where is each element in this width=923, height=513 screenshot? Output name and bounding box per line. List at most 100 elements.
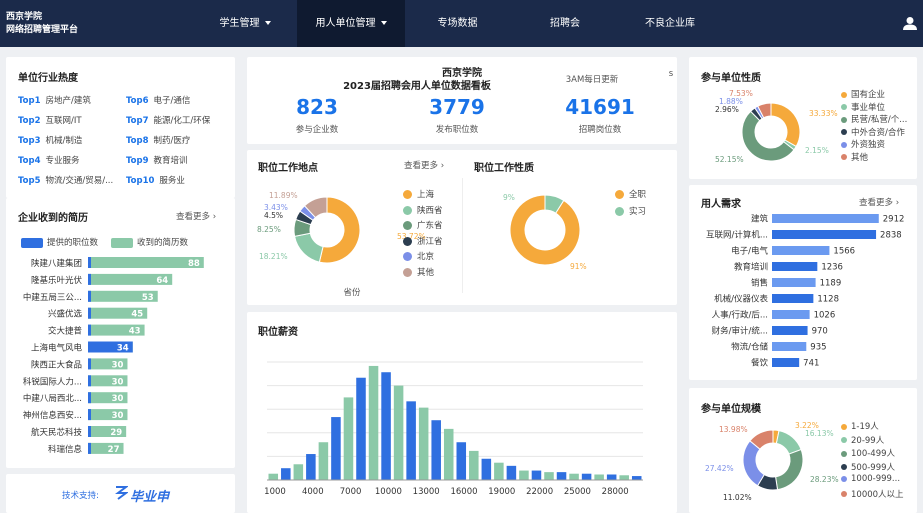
view-more-link[interactable]: 查看更多 ›: [176, 210, 216, 222]
industry-name: 电子/通信: [153, 96, 191, 106]
legend-dot: [615, 190, 624, 199]
legend-label: 上海: [417, 190, 435, 200]
category-label: 人事/行政/后...: [712, 310, 768, 321]
legend-item: 上海: [403, 188, 434, 200]
view-more-link[interactable]: 查看更多 ›: [859, 196, 899, 208]
salary-bar: [431, 420, 441, 480]
category-label: 电子/电气: [731, 246, 768, 257]
data-label: 1236: [821, 263, 843, 273]
stat-label: 参与企业数: [295, 125, 339, 135]
salary-bar: [481, 458, 492, 480]
category-label: 财务/审计/统...: [712, 326, 768, 337]
category-label: 交大捷普: [48, 326, 83, 337]
legend-label: 其他: [417, 267, 435, 278]
legend-item: 20-99人: [841, 434, 884, 446]
salary-bar: [268, 473, 279, 480]
legend-item: 10000人以上: [841, 488, 904, 500]
scale-slice: [775, 448, 804, 491]
legend-item: 1000-999...: [841, 474, 900, 484]
salary-bar: [631, 476, 642, 480]
salary-bar: [406, 401, 416, 480]
legend-label: 国有企业: [851, 90, 886, 100]
x-tick-label: 1000: [264, 487, 286, 497]
stat-value: 823: [296, 95, 338, 119]
card-title: 企业收到的简历: [18, 213, 88, 224]
industry-rank: Top9: [126, 156, 149, 166]
axis-caption: 省份: [343, 288, 361, 298]
category-label: 陕建八建集团: [31, 258, 82, 269]
salary-histogram: 1000 4000 7000 10000 13000 16000 19000 22000 250…: [264, 361, 643, 497]
industry-name: 服务业: [159, 176, 185, 186]
data-label: 970: [812, 327, 828, 337]
legend-item: 事业单位: [841, 101, 885, 113]
card-title: 用人需求: [701, 199, 741, 210]
industry-name: 物流/交通/贸易/...: [45, 176, 114, 186]
category-label: 教育培训: [734, 262, 768, 273]
industry-name: 房地产/建筑: [45, 96, 91, 106]
position-bar: [88, 392, 91, 404]
industry-rank: Top1: [18, 96, 41, 106]
salary-bar: [544, 472, 554, 480]
legend-label: 1-19人: [851, 422, 879, 432]
industry-name: 制药/医疗: [153, 136, 191, 146]
legend-dot: [841, 116, 847, 123]
percent-label: 3.43%: [264, 203, 288, 212]
legend-swatch: [111, 237, 133, 248]
demand-bar: [772, 294, 814, 303]
stats-title: 2023届招聘会用人单位数据看板: [343, 81, 491, 92]
legend-label: 事业单位: [851, 102, 886, 113]
demand-bar: [772, 230, 877, 239]
percent-label: 2.15%: [805, 146, 829, 155]
industry-item: Top8 制药/医疗: [126, 134, 190, 146]
brand: 西京学院 网络招聘管理平台: [6, 11, 78, 37]
nav-special-data[interactable]: 专场数据: [420, 0, 495, 47]
salary-bar: [519, 470, 529, 480]
percent-label: 16.13%: [805, 429, 834, 438]
logo-text: 毕业申: [130, 490, 170, 505]
x-tick-label: 28000: [602, 487, 629, 497]
legend-item: 民营/私营/个...: [841, 113, 907, 125]
unit-nature-card: 参与单位性质 33.33% 2.15% 52.15% 2.96% 1.88% 7.53% …: [689, 57, 917, 179]
platform-name: 网络招聘管理平台: [6, 25, 79, 35]
salary-bar: [381, 372, 391, 480]
industry-rank: Top10: [126, 176, 155, 186]
percent-label: 52.15%: [715, 155, 744, 164]
user-icon[interactable]: [903, 16, 917, 30]
legend-resumes: 收到的简历数: [111, 236, 188, 248]
legend-label: 民营/私营/个...: [851, 115, 908, 125]
data-label: 43: [129, 327, 141, 337]
salary-bar: [368, 365, 379, 480]
industry-rank: Top2: [18, 116, 41, 126]
nav-employer-management[interactable]: 用人单位管理: [297, 0, 405, 47]
percent-label: 11.89%: [269, 191, 298, 200]
legend-label: 其他: [851, 152, 869, 163]
percent-label: 7.53%: [729, 89, 753, 98]
data-label: 1026: [814, 311, 836, 321]
legend-dot: [841, 104, 847, 110]
legend-label: 收到的简历数: [137, 238, 189, 248]
nav-label: 用人单位管理: [315, 18, 376, 29]
data-label: 45: [131, 310, 143, 320]
salary-bar: [293, 464, 304, 480]
legend-dot: [403, 190, 412, 199]
legend-item: 其他: [841, 151, 868, 163]
legend-dot: [841, 437, 847, 443]
industry-item: Top1 房地产/建筑: [18, 94, 91, 106]
chevron-down-icon: [264, 21, 271, 25]
stat-value: 41691: [565, 95, 635, 119]
nav-blacklist[interactable]: 不良企业库: [630, 0, 710, 47]
nature-title: 职位工作性质: [474, 163, 534, 174]
salary-bar: [456, 442, 467, 480]
demand-bar: [772, 214, 879, 223]
demand-bar: [772, 246, 830, 255]
nav-job-fair[interactable]: 招聘会: [530, 0, 600, 47]
legend-item: 中外合资/合作: [841, 126, 905, 138]
view-more-link[interactable]: 查看更多 ›: [404, 159, 444, 171]
salary-bar: [306, 454, 316, 480]
position-bar: [88, 442, 91, 454]
legend-item: 浙江省: [403, 235, 443, 247]
location-title: 职位工作地点: [258, 163, 318, 174]
nav-student-management[interactable]: 学生管理: [200, 0, 290, 47]
data-label: 29: [110, 428, 122, 438]
salary-bar: [281, 468, 291, 480]
